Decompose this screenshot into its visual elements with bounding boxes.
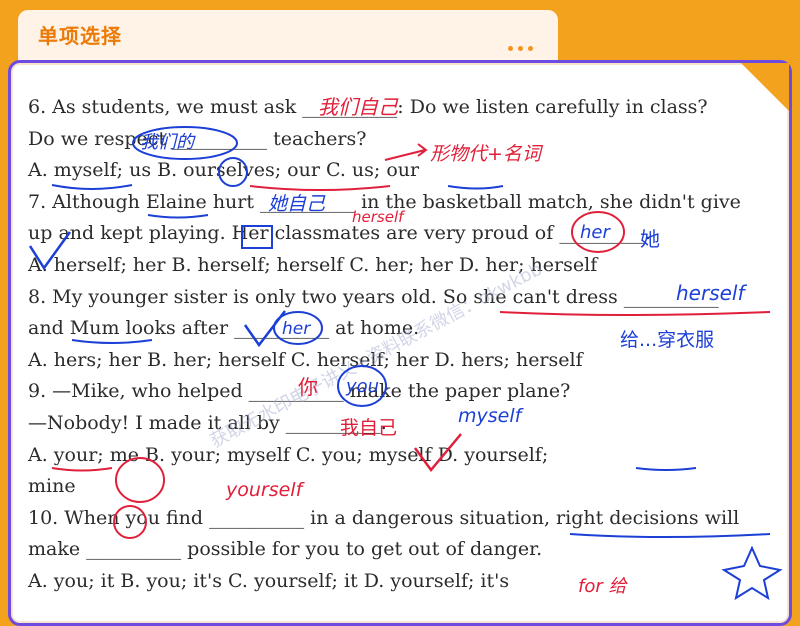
q8-line-1: 8. My younger sister is only two years o… (28, 285, 719, 308)
q10-options: A. you; it B. you; it's C. yourself; it … (28, 569, 510, 592)
section-title: 单项选择 (38, 24, 122, 48)
q7-line-2: up and kept playing. Her classmates are … (28, 222, 651, 245)
q6-line-1: 6. As students, we must ask __________: … (28, 96, 708, 118)
q10-line-1: 10. When you find __________ in a danger… (28, 506, 740, 529)
q7-options: A. herself; her B. herself; herself C. h… (28, 253, 598, 276)
q6-line-2: Do we respect __________ teachers? (28, 127, 367, 150)
q10-line-2: make __________ possible for you to get … (28, 538, 543, 561)
q9-options-cont: mine (28, 475, 76, 498)
q7-line-1: 7. Although Elaine hurt __________ in th… (28, 190, 741, 213)
q6-options: A. myself; us B. ourselves; our C. us; o… (28, 159, 420, 182)
q9-options: A. your; me B. your; myself C. you; myse… (28, 443, 549, 466)
q9-line-2: —Nobody! I made it all by __________. (28, 411, 387, 434)
decorative-dots (508, 46, 533, 51)
q9-line-1: 9. —Mike, who helped __________ make the… (28, 380, 571, 403)
